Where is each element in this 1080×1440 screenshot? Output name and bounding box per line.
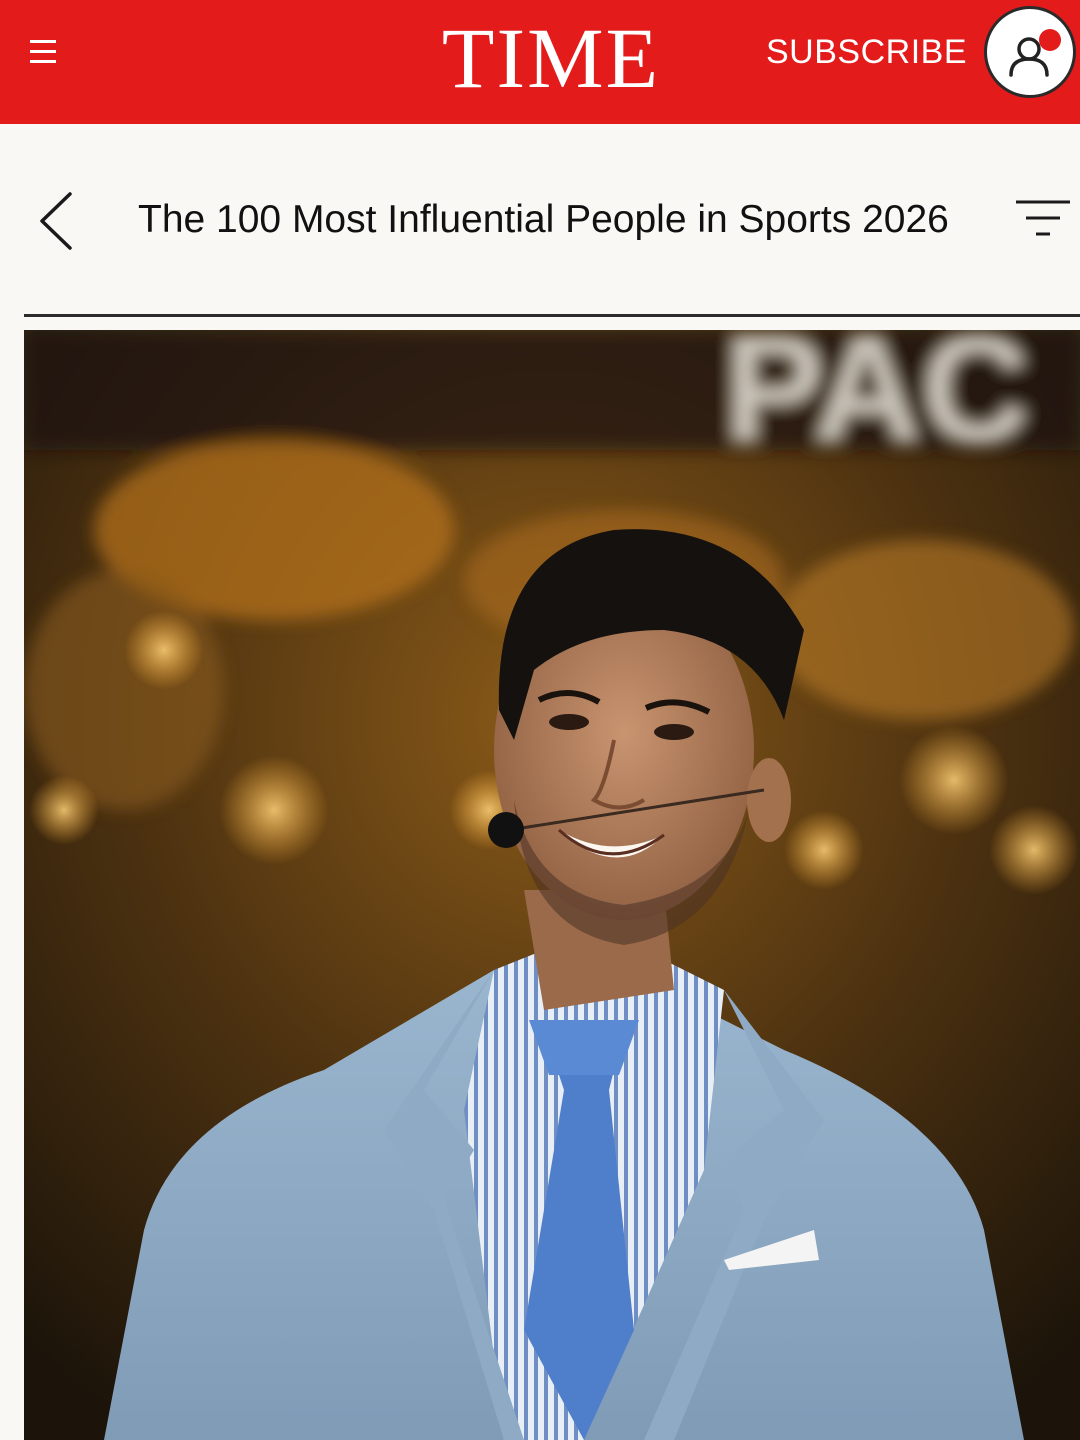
filter-icon[interactable] [1012,196,1072,244]
person-icon [1009,37,1049,77]
account-icon[interactable] [984,6,1076,98]
header-divider [24,314,1080,317]
page-title: The 100 Most Influential People in Sport… [138,198,949,241]
time-logo[interactable]: TIME [426,8,676,108]
menu-icon[interactable] [30,40,56,64]
back-arrow-icon[interactable] [34,190,80,252]
notification-dot [1039,29,1061,51]
hero-photo: PAC [24,330,1080,1440]
svg-text:PAC: PAC [724,330,1030,472]
subscribe-button[interactable]: SUBSCRIBE [766,30,967,74]
section-header: The 100 Most Influential People in Sport… [0,124,1080,314]
top-navigation-bar: TIME SUBSCRIBE [0,0,1080,124]
